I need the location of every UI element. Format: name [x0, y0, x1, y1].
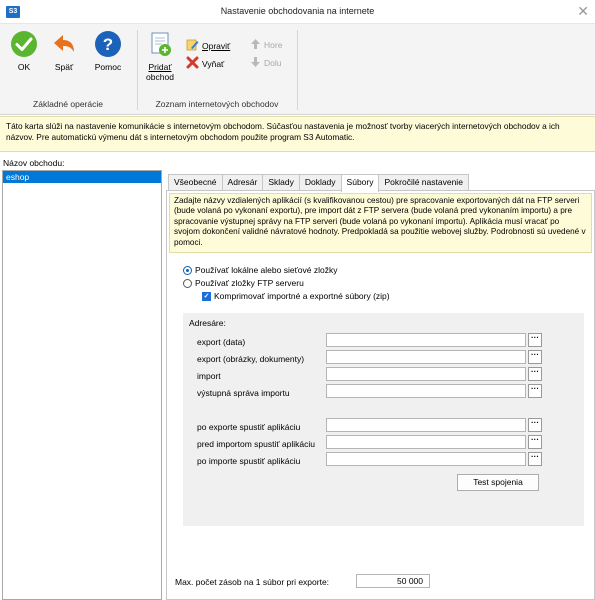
- tab-warehouses[interactable]: Sklady: [262, 174, 300, 191]
- back-label: Späť: [54, 62, 74, 72]
- files-tab-panel: Zadajte názvy vzdialených aplikácií (s k…: [166, 190, 595, 600]
- move-down-label: Dolu: [264, 58, 282, 68]
- edit-icon: [186, 38, 199, 53]
- remove-button[interactable]: Vyňať: [186, 56, 224, 71]
- radio-ftp-label: Používať zložky FTP serveru: [195, 278, 304, 288]
- export-data-label: export (data): [197, 337, 246, 347]
- compress-label: Komprimovať importné a exportné súbory (…: [214, 291, 390, 301]
- tab-general[interactable]: Všeobecné: [168, 174, 223, 191]
- compress-checkbox[interactable]: ✓ Komprimovať importné a exportné súbory…: [202, 291, 390, 301]
- shop-list[interactable]: eshop: [2, 170, 162, 600]
- max-stock-field[interactable]: 50 000: [356, 574, 430, 588]
- ok-label: OK: [17, 62, 31, 72]
- move-up-label: Hore: [264, 40, 283, 50]
- import-report-label: výstupná správa importu: [197, 388, 290, 398]
- radio-selected-icon: [183, 265, 192, 275]
- radio-ftp-folders[interactable]: Používať zložky FTP serveru: [183, 278, 304, 288]
- files-description: Zadajte názvy vzdialených aplikácií (s k…: [169, 193, 592, 253]
- check-circle-icon: [10, 30, 38, 58]
- browse-export-images-button[interactable]: ···: [528, 350, 542, 364]
- help-button[interactable]: ? Pomoc: [88, 30, 128, 72]
- before-import-app-field[interactable]: [326, 435, 526, 449]
- shop-list-group-label: Zoznam internetových obchodov: [155, 99, 279, 109]
- browse-before-import-button[interactable]: ···: [528, 435, 542, 449]
- add-shop-label-line2: obchod: [146, 72, 174, 82]
- radio-local-label: Používať lokálne alebo sieťové zložky: [195, 265, 338, 275]
- browse-after-export-button[interactable]: ···: [528, 418, 542, 432]
- basic-operations-group-label: Základné operácie: [33, 99, 103, 109]
- arrow-down-icon: [250, 56, 261, 70]
- before-import-label: pred importom spustiť aplikáciu: [197, 439, 315, 449]
- arrow-up-icon: [250, 38, 261, 52]
- tab-documents[interactable]: Doklady: [298, 174, 342, 191]
- question-circle-icon: ?: [94, 30, 122, 58]
- info-banner: Táto karta slúži na nastavenie komunikác…: [0, 116, 595, 152]
- move-down-button[interactable]: Dolu: [250, 56, 281, 70]
- tab-address-book[interactable]: Adresár: [221, 174, 264, 191]
- group-separator: [297, 30, 298, 110]
- edit-button[interactable]: Opraviť: [186, 38, 230, 53]
- window-title: Nastavenie obchodovania na internete: [220, 6, 375, 16]
- move-up-button[interactable]: Hore: [250, 38, 282, 52]
- checkbox-checked-icon: ✓: [202, 291, 211, 301]
- import-field[interactable]: [326, 367, 526, 381]
- tab-strip: Všeobecné Adresár Sklady Doklady Súbory …: [168, 174, 469, 192]
- add-shop-label-line1: Pridať: [148, 62, 172, 72]
- svg-text:?: ?: [103, 35, 113, 54]
- title-bar: S3 Nastavenie obchodovania na internete …: [0, 0, 595, 24]
- import-label: import: [197, 371, 221, 381]
- tab-files[interactable]: Súbory: [340, 174, 380, 192]
- remove-label: Vyňať: [202, 58, 225, 69]
- list-item[interactable]: eshop: [3, 171, 161, 183]
- add-document-icon: [146, 30, 174, 58]
- import-report-field[interactable]: [326, 384, 526, 398]
- edit-label: Opraviť: [202, 40, 231, 51]
- tab-advanced-settings[interactable]: Pokročilé nastavenie: [378, 174, 469, 191]
- back-arrow-icon: [50, 30, 78, 58]
- delete-x-icon: [186, 56, 199, 71]
- radio-unselected-icon: [183, 278, 192, 288]
- close-icon[interactable]: ✕: [577, 3, 589, 19]
- after-export-label: po exporte spustiť aplikáciu: [197, 422, 301, 432]
- after-export-app-field[interactable]: [326, 418, 526, 432]
- test-connection-button[interactable]: Test spojenia: [457, 474, 539, 491]
- export-data-field[interactable]: [326, 333, 526, 347]
- export-images-label: export (obrázky, dokumenty): [197, 354, 305, 364]
- browse-import-report-button[interactable]: ···: [528, 384, 542, 398]
- back-button[interactable]: Späť: [44, 30, 84, 72]
- help-label: Pomoc: [94, 62, 122, 72]
- group-separator: [137, 30, 138, 110]
- browse-after-import-button[interactable]: ···: [528, 452, 542, 466]
- ok-button[interactable]: OK: [6, 30, 42, 72]
- browse-export-data-button[interactable]: ···: [528, 333, 542, 347]
- browse-import-button[interactable]: ···: [528, 367, 542, 381]
- add-shop-button[interactable]: Pridať obchod: [144, 30, 176, 82]
- after-import-label: po importe spustiť aplikáciu: [197, 456, 301, 466]
- directories-title: Adresáre:: [189, 318, 226, 328]
- max-stock-label: Max. počet zásob na 1 súbor pri exporte:: [175, 577, 330, 587]
- after-import-app-field[interactable]: [326, 452, 526, 466]
- ribbon-toolbar: OK Späť ? Pomoc Základné operácie Pridať…: [0, 24, 595, 115]
- export-images-field[interactable]: [326, 350, 526, 364]
- radio-local-folders[interactable]: Používať lokálne alebo sieťové zložky: [183, 265, 337, 275]
- directories-group: Adresáre: export (data) ··· export (obrá…: [183, 313, 584, 526]
- shop-name-label: Názov obchodu:: [3, 158, 65, 168]
